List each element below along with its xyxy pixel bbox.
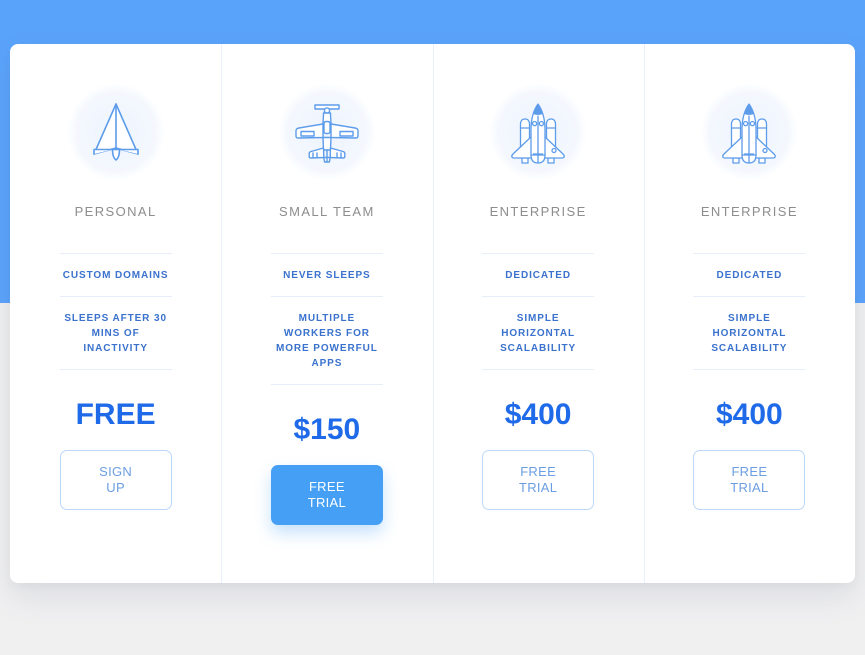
pricing-page: PERSONAL CUSTOM DOMAINS SLEEPS AFTER 30 …	[0, 0, 865, 655]
cta-line-2: TRIAL	[730, 480, 769, 495]
cta-line-1: SIGN	[99, 464, 133, 479]
feature-item: CUSTOM DOMAINS	[59, 253, 172, 296]
feature-item: DEDICATED	[693, 253, 806, 296]
plan-column-enterprise-2: ENTERPRISE DEDICATED SIMPLE HORIZONTAL S…	[643, 44, 855, 583]
feature-list: CUSTOM DOMAINS SLEEPS AFTER 30 MINS OF I…	[59, 253, 172, 370]
plan-column-small-team: SMALL TEAM NEVER SLEEPS MULTIPLE WORKERS…	[221, 44, 432, 583]
plan-price: $150	[293, 413, 361, 446]
feature-item: SLEEPS AFTER 30 MINS OF INACTIVITY	[59, 296, 172, 370]
plan-price: $400	[716, 398, 783, 431]
plan-price: $400	[504, 398, 572, 431]
pricing-table-card: PERSONAL CUSTOM DOMAINS SLEEPS AFTER 30 …	[10, 44, 855, 583]
propeller-plane-icon	[278, 84, 375, 180]
plan-title: SMALL TEAM	[279, 204, 375, 219]
free-trial-button[interactable]: FREE TRIAL	[693, 450, 806, 510]
plan-title: ENTERPRISE	[700, 204, 798, 219]
plan-column-enterprise-1: ENTERPRISE DEDICATED SIMPLE HORIZONTAL S…	[432, 44, 644, 583]
cta-line-1: FREE	[308, 479, 345, 494]
signup-button[interactable]: SIGN UP	[59, 450, 172, 510]
cta-line-2: TRIAL	[307, 495, 347, 510]
plan-column-personal: PERSONAL CUSTOM DOMAINS SLEEPS AFTER 30 …	[10, 44, 221, 583]
space-shuttle-icon	[490, 84, 587, 180]
feature-list: DEDICATED SIMPLE HORIZONTAL SCALABILITY	[693, 253, 806, 370]
feature-list: DEDICATED SIMPLE HORIZONTAL SCALABILITY	[482, 253, 595, 370]
cta-line-1: FREE	[731, 464, 768, 479]
space-shuttle-icon	[701, 84, 798, 180]
plan-title: PERSONAL	[74, 204, 157, 219]
feature-list: NEVER SLEEPS MULTIPLE WORKERS FOR MORE P…	[270, 253, 383, 385]
feature-item: NEVER SLEEPS	[270, 253, 383, 296]
free-trial-button[interactable]: FREE TRIAL	[482, 450, 595, 510]
plan-price: FREE	[75, 398, 156, 431]
free-trial-button[interactable]: FREE TRIAL	[270, 465, 383, 525]
cta-line-2: UP	[106, 480, 125, 495]
feature-item: SIMPLE HORIZONTAL SCALABILITY	[482, 296, 595, 370]
cta-line-2: TRIAL	[518, 480, 558, 495]
feature-item: DEDICATED	[482, 253, 595, 296]
paper-plane-icon	[67, 84, 164, 180]
cta-line-1: FREE	[520, 464, 557, 479]
plan-title: ENTERPRISE	[489, 204, 587, 219]
feature-item: SIMPLE HORIZONTAL SCALABILITY	[693, 296, 806, 370]
feature-item: MULTIPLE WORKERS FOR MORE POWERFUL APPS	[270, 296, 383, 385]
